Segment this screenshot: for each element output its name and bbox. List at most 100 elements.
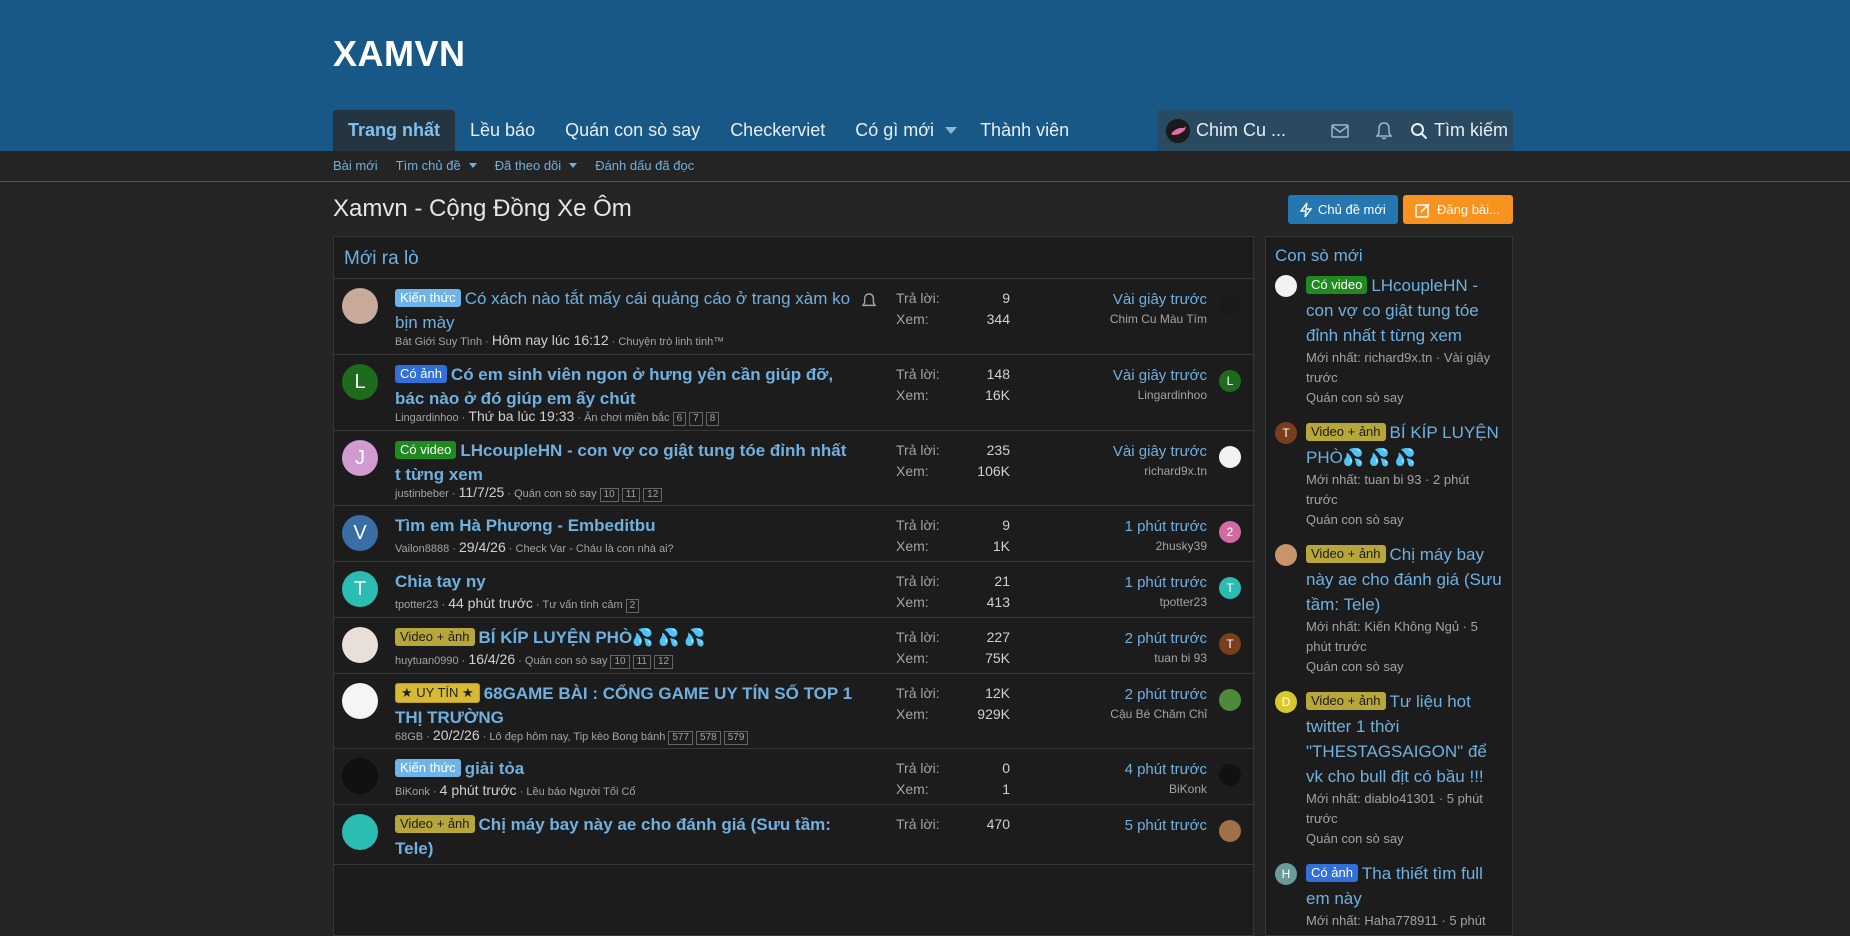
tab-checkerviet[interactable]: Checkerviet — [715, 110, 840, 151]
page-jump-link[interactable]: 2 — [625, 599, 640, 613]
author-avatar[interactable] — [342, 627, 378, 663]
thread-row[interactable]: Video + ảnh Chị máy bay này ae cho đánh g… — [334, 805, 1253, 865]
last-post-user[interactable]: richard9x.tn — [1113, 464, 1207, 478]
thread-title[interactable]: BÍ KÍP LUYỆN PHÒ💦 💦 💦 — [479, 628, 706, 647]
last-post-time[interactable]: 2 phút trước — [1110, 686, 1207, 703]
author-avatar[interactable]: J — [342, 440, 378, 476]
sidebar-forum[interactable]: Quán con sò say — [1306, 510, 1504, 530]
last-poster-avatar[interactable] — [1219, 446, 1241, 468]
sidebar-forum[interactable]: Quán con sò say — [1306, 657, 1504, 677]
sidebar-avatar[interactable]: D — [1275, 691, 1297, 713]
subnav-tim-chu-de[interactable]: Tìm chủ đề — [396, 158, 477, 173]
thread-prefix-label[interactable]: Video + ảnh — [1306, 545, 1386, 563]
thread-row[interactable]: Video + ảnh BÍ KÍP LUYỆN PHÒ💦 💦 💦 huytuan0… — [334, 618, 1253, 674]
thread-forum[interactable]: Tư vấn tình cảm — [543, 599, 623, 611]
thread-forum[interactable]: Check Var - Cháu là con nhà ai? — [516, 543, 674, 555]
page-jump-link[interactable]: 579 — [723, 731, 749, 745]
subnav-bai-moi[interactable]: Bài mới — [333, 158, 378, 173]
page-jump-link[interactable]: 578 — [696, 731, 721, 745]
author-avatar[interactable] — [342, 288, 378, 324]
last-poster-avatar[interactable]: L — [1219, 370, 1241, 392]
thread-author[interactable]: 68GB — [395, 731, 423, 743]
tab-thanh-vien[interactable]: Thành viên — [965, 110, 1084, 151]
last-poster-avatar[interactable] — [1219, 689, 1241, 711]
thread-prefix-label[interactable]: Có ảnh — [1306, 864, 1358, 882]
author-avatar[interactable] — [342, 814, 378, 850]
sidebar-avatar[interactable]: T — [1275, 422, 1297, 444]
last-poster-avatar[interactable]: T — [1219, 577, 1241, 599]
last-poster-avatar[interactable]: 2 — [1219, 521, 1241, 543]
page-jump-link[interactable]: 10 — [599, 488, 619, 502]
thread-title[interactable]: Có em sinh viên ngon ở hưng yên cần giúp… — [395, 365, 833, 408]
sidebar-avatar[interactable] — [1275, 544, 1297, 566]
thread-row[interactable]: Kiến thức Có xách nào tắt mấy cái quảng c… — [334, 279, 1253, 355]
sidebar-thread-item[interactable]: D Video + ảnh Tư liệu hot twitter 1 thời "… — [1266, 689, 1512, 849]
thread-forum[interactable]: Quán con sò say — [525, 655, 608, 667]
last-post-time[interactable]: 1 phút trước — [1125, 518, 1207, 535]
last-post-time[interactable]: 4 phút trước — [1125, 761, 1207, 778]
thread-row[interactable]: T Chia tay ny tpotter23 · 44 phút trước · … — [334, 562, 1253, 618]
page-jump-link[interactable]: 12 — [653, 655, 674, 669]
tab-trang-nhat[interactable]: Trang nhất — [333, 110, 456, 151]
last-poster-avatar[interactable] — [1219, 820, 1241, 842]
thread-author[interactable]: Lingardinhoo — [395, 412, 459, 424]
thread-forum[interactable]: Chuyện trò linh tinh™ — [618, 336, 724, 348]
thread-author[interactable]: justinbeber — [395, 488, 449, 500]
thread-row[interactable]: Kiến thức giải tỏa BiKonk · 4 phút trước ·… — [334, 749, 1253, 805]
thread-row[interactable]: ★ UY TÍN ★ 68GAME BÀI : CỔNG GAME UY TÍN … — [334, 674, 1253, 749]
last-poster-avatar[interactable]: T — [1219, 633, 1241, 655]
sidebar-forum[interactable]: Quán con sò say — [1306, 829, 1504, 849]
last-post-user[interactable]: tpotter23 — [1125, 595, 1207, 609]
sidebar-avatar[interactable] — [1275, 275, 1297, 297]
last-post-time[interactable]: 1 phút trước — [1125, 574, 1207, 591]
last-post-user[interactable]: tuan bi 93 — [1125, 651, 1207, 665]
sidebar-avatar[interactable]: H — [1275, 863, 1297, 885]
thread-start-date[interactable]: 16/4/26 — [468, 651, 515, 667]
thread-row[interactable]: J Có video LHcoupleHN - con vợ co giật tun… — [334, 431, 1253, 506]
thread-start-date[interactable]: 11/7/25 — [459, 484, 505, 500]
thread-start-date[interactable]: 4 phút trước — [440, 782, 517, 798]
last-post-user[interactable]: 2husky39 — [1125, 539, 1207, 553]
last-post-user[interactable]: Cậu Bé Chăm Chỉ — [1110, 707, 1207, 721]
thread-prefix-label[interactable]: Video + ảnh — [1306, 423, 1386, 441]
thread-start-date[interactable]: Hôm nay lúc 16:12 — [492, 332, 609, 348]
last-poster-avatar[interactable] — [1219, 294, 1241, 316]
thread-prefix-label[interactable]: Kiến thức — [395, 759, 461, 777]
thread-author[interactable]: Vailon8888 — [395, 543, 449, 555]
thread-title[interactable]: LHcoupleHN - con vợ co giật tung tóe đỉn… — [395, 441, 846, 484]
sidebar-title[interactable]: Con sò mới — [1266, 237, 1512, 273]
thread-author[interactable]: BiKonk — [395, 786, 430, 798]
page-jump-link[interactable]: 10 — [610, 655, 630, 669]
tab-quan-con-so-say[interactable]: Quán con sò say — [550, 110, 715, 151]
thread-start-date[interactable]: 44 phút trước — [448, 595, 533, 611]
page-jump-link[interactable]: 11 — [632, 655, 651, 669]
page-jump-link[interactable]: 12 — [643, 488, 663, 502]
thread-prefix-label[interactable]: Có ảnh — [395, 365, 447, 383]
thread-start-date[interactable]: 20/2/26 — [433, 727, 480, 743]
sidebar-thread-item[interactable]: Có video LHcoupleHN - con vợ co giật tung… — [1266, 273, 1512, 408]
author-avatar[interactable]: T — [342, 571, 378, 607]
thread-title[interactable]: Có xách nào tắt mấy cái quảng cáo ở tran… — [395, 289, 850, 332]
last-post-time[interactable]: 5 phút trước — [1125, 817, 1207, 834]
author-avatar[interactable] — [342, 683, 378, 719]
thread-author[interactable]: tpotter23 — [395, 599, 438, 611]
thread-start-date[interactable]: Thứ ba lúc 19:33 — [468, 408, 574, 424]
thread-author[interactable]: huytuan0990 — [395, 655, 459, 667]
thread-title[interactable]: Tìm em Hà Phương - Embeditbu — [395, 516, 656, 535]
author-avatar[interactable]: L — [342, 364, 378, 400]
thread-forum[interactable]: Ăn chơi miền bắc — [584, 412, 669, 424]
page-jump-link[interactable]: 7 — [689, 412, 703, 426]
thread-prefix-label[interactable]: Có video — [395, 441, 457, 459]
last-post-time[interactable]: 2 phút trước — [1125, 630, 1207, 647]
tab-leu-bao[interactable]: Lều báo — [455, 110, 550, 151]
thread-author[interactable]: Bát Giới Suy Tình — [395, 336, 482, 348]
thread-forum[interactable]: Lô đẹp hôm nay, Tip kèo Bong bánh — [489, 731, 665, 743]
thread-prefix-label[interactable]: Có video — [1306, 276, 1368, 294]
author-avatar[interactable]: V — [342, 515, 378, 551]
last-post-user[interactable]: Lingardinhoo — [1113, 388, 1207, 402]
site-logo[interactable]: XAMVN — [333, 33, 466, 75]
tab-co-gi-moi[interactable]: Có gì mới — [840, 110, 949, 151]
sidebar-forum[interactable]: Quán con sò say — [1306, 388, 1504, 408]
thread-forum[interactable]: Quán con sò say — [514, 488, 597, 500]
thread-title[interactable]: giải tỏa — [465, 759, 525, 778]
